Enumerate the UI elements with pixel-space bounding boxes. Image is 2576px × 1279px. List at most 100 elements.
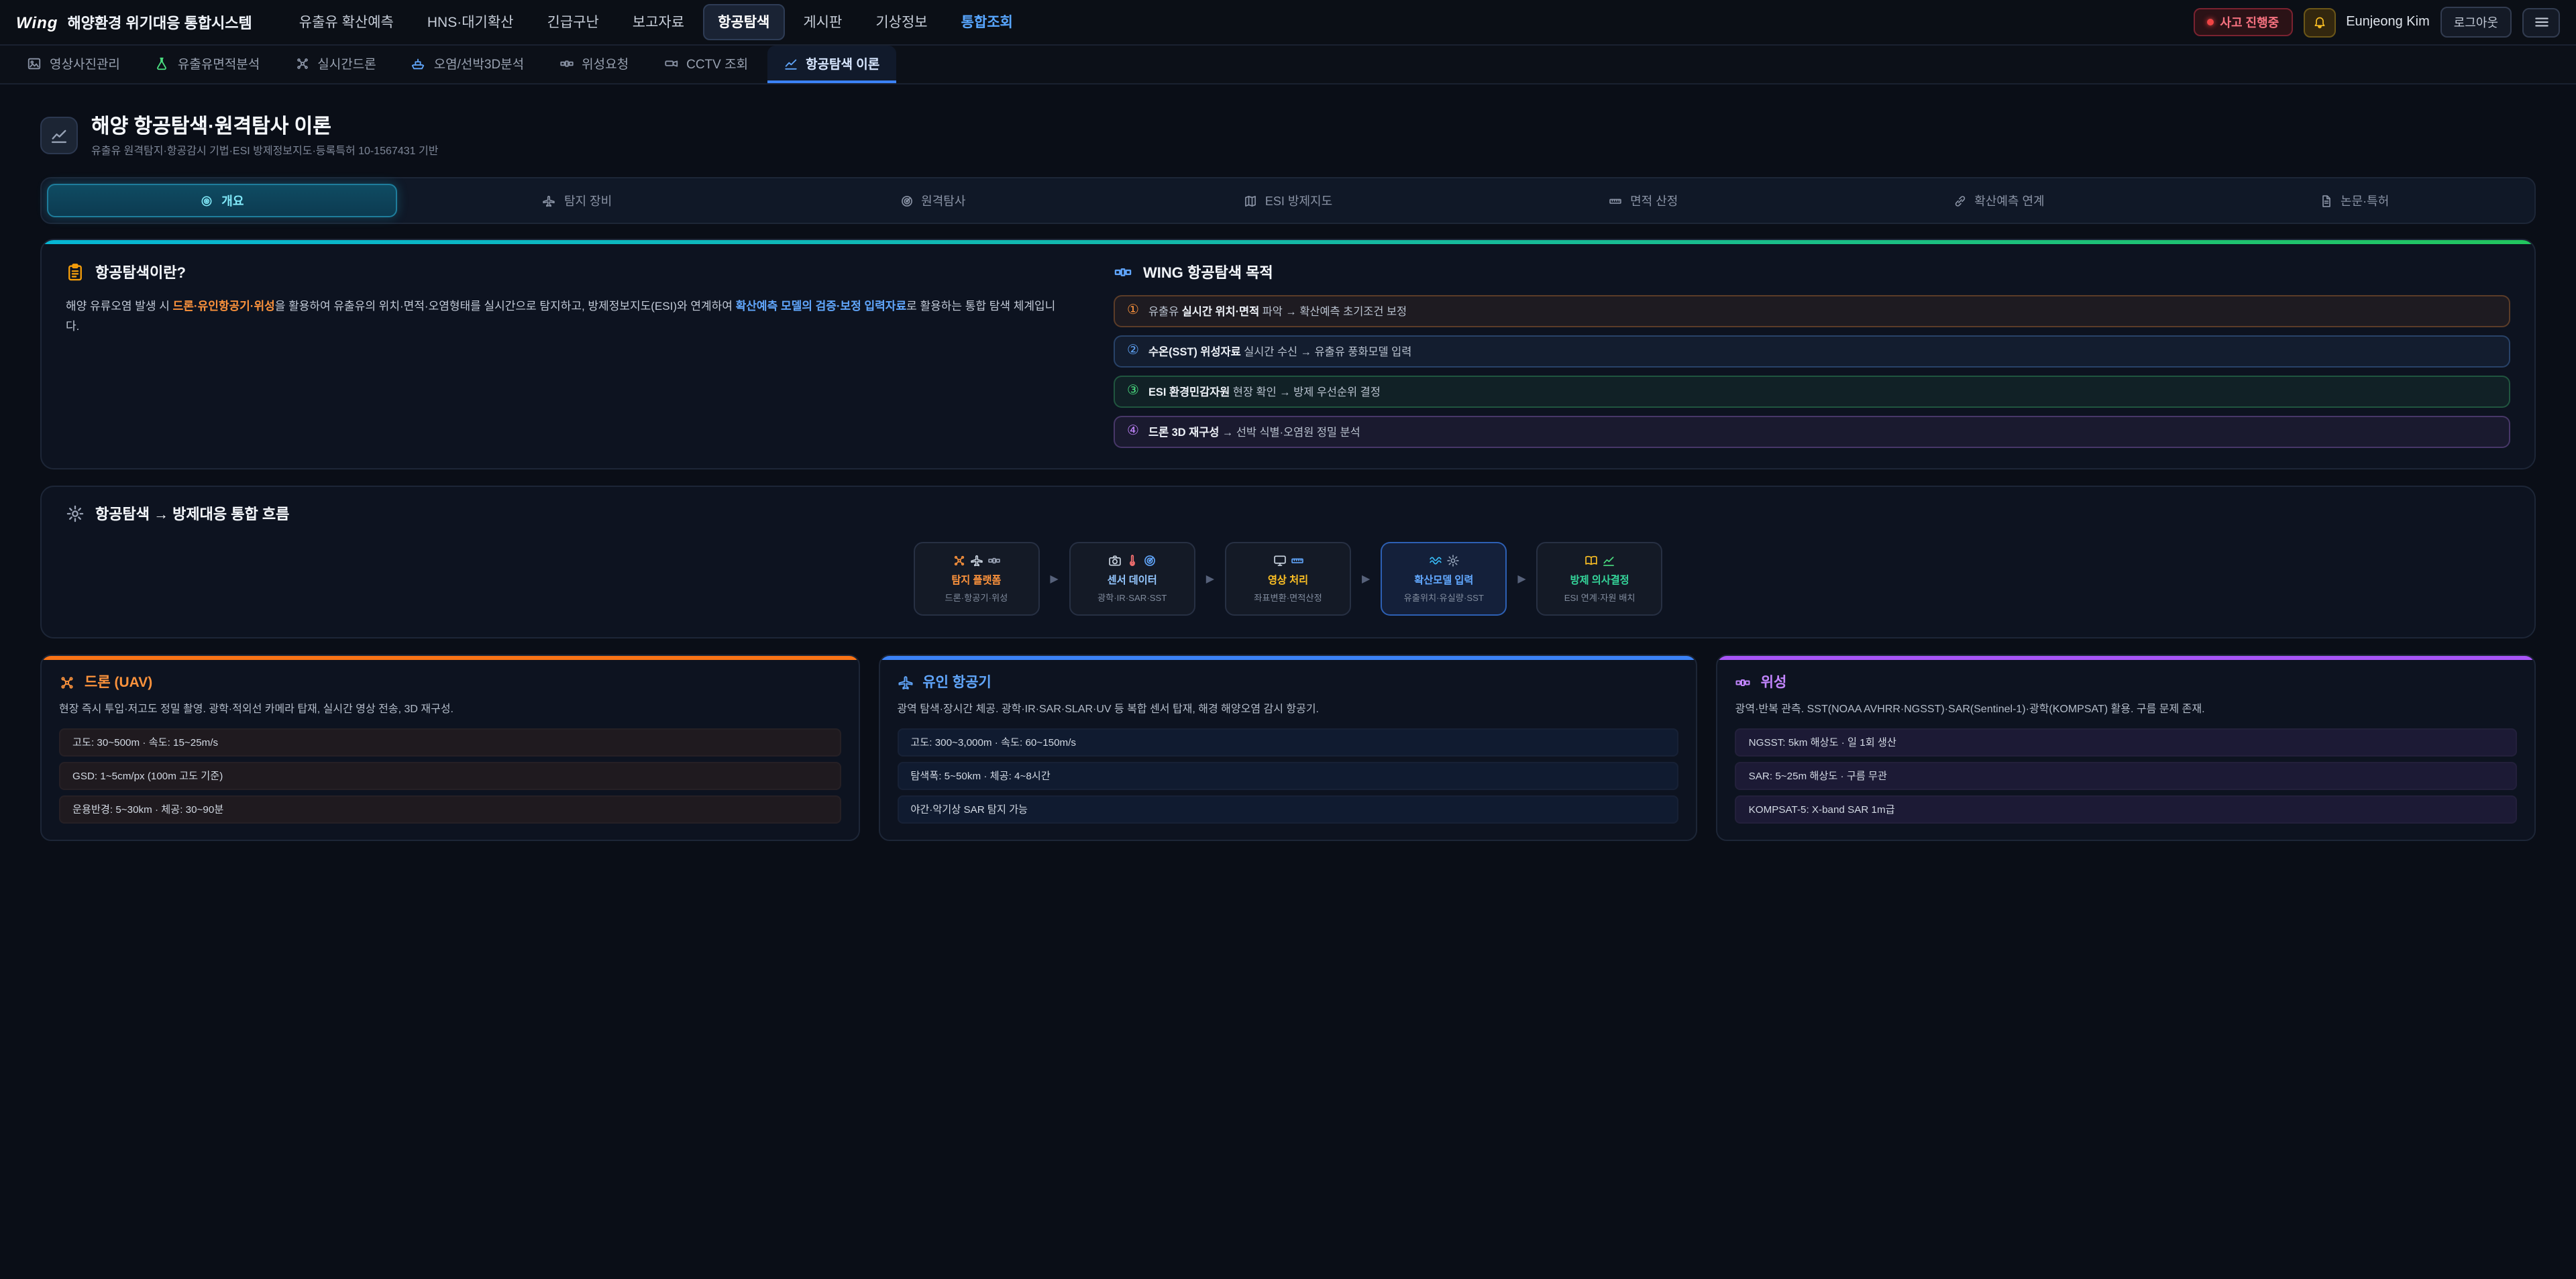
book-icon [1585,553,1598,567]
logout-button[interactable]: 로그아웃 [2440,7,2512,38]
satellite-icon [1735,674,1752,690]
flow-step-sensor-data: 센서 데이터 광학·IR·SAR·SST [1069,542,1195,616]
platform-card-satellite: 위성 광역·반복 관측. SST(NOAA AVHRR·NGSST)·SAR(S… [1717,655,2536,842]
incident-dot-icon [2206,19,2213,25]
overview-heading: 항공탐색이란? [95,262,186,283]
plane-icon [897,674,913,690]
page-subtitle: 유출유 원격탐지·항공감시 기법·ESI 방제정보지도·등록특허 10-1567… [91,144,438,158]
camera-icon [1108,553,1122,567]
purpose-number: ④ [1127,425,1139,439]
tab-oil-area-analysis[interactable]: 유출유면적분석 [139,46,276,83]
logo-mark: Wing [16,13,58,32]
incident-status-badge[interactable]: 사고 진행중 [2193,8,2292,36]
spec-row: NGSST: 5km 해상도 · 일 1회 생산 [1735,729,2517,757]
nav-item-spill-prediction[interactable]: 유출유 확산예측 [284,4,409,40]
nav-item-weather-info[interactable]: 기상정보 [861,4,942,40]
tab-image-management[interactable]: 영상사진관리 [11,46,136,83]
app-title: 해양환경 위기대응 통합시스템 [67,11,252,33]
flow-diagram: 탐지 플랫폼 드론·항공기·위성 ▶ 센서 데이터 광학·IR·SAR·SST … [66,542,2510,616]
flow-step-image-processing: 영상 처리 좌표변환·면적산정 [1225,542,1351,616]
tab-detection-equipment[interactable]: 탐지 장비 [402,184,753,217]
nav-item-hns-dispersion[interactable]: HNS·대기확산 [413,4,529,40]
purpose-item: ② 수온(SST) 위성자료 실시간 수신 → 유출유 풍화모델 입력 [1114,335,2510,368]
chart-icon [783,56,798,70]
drone-icon [294,56,309,70]
overview-column: 항공탐색이란? 해양 유류오염 발생 시 드론·유인항공기·위성을 활용하여 유… [66,262,1068,448]
flow-arrow-icon: ▶ [1206,573,1214,585]
link-icon [1953,194,1966,207]
hamburger-icon [2532,13,2550,31]
drone-icon [952,553,965,567]
bell-icon [2312,14,2326,30]
doc-icon [2319,194,2332,207]
tab-aerial-search-theory[interactable]: 항공탐색 이론 [767,46,896,83]
flask-icon [155,56,170,70]
purpose-number: ③ [1127,385,1139,398]
spec-row: 고도: 30~500m · 속도: 15~25m/s [59,729,841,757]
spec-row: 고도: 300~3,000m · 속도: 60~150m/s [897,729,1678,757]
nav-item-aerial-search[interactable]: 항공탐색 [703,4,784,40]
ship-icon [411,56,426,70]
card-description: 현장 즉시 투입·저고도 정밀 촬영. 광학·적외선 카메라 탑재, 실시간 영… [59,702,841,718]
tab-esi-map[interactable]: ESI 방제지도 [1113,184,1463,217]
tab-prediction-link[interactable]: 확산예측 연계 [1824,184,2174,217]
wave-icon [1428,553,1442,567]
image-icon [27,56,42,70]
tab-satellite-request[interactable]: 위성요청 [543,46,645,83]
ruler-icon [1290,553,1303,567]
hamburger-menu-button[interactable] [2522,7,2560,37]
platform-card-drone: 드론 (UAV) 현장 즉시 투입·저고도 정밀 촬영. 광학·적외선 카메라 … [40,655,859,842]
top-bar: Wing 해양환경 위기대응 통합시스템 유출유 확산예측 HNS·대기확산 긴… [0,0,2576,46]
satellite-icon [1114,263,1132,282]
tab-area-calculation[interactable]: 면적 산정 [1468,184,1819,217]
spec-row: 탐색폭: 5~50km · 체공: 4~8시간 [897,763,1678,791]
overview-section: 항공탐색이란? 해양 유류오염 발생 시 드론·유인항공기·위성을 활용하여 유… [40,239,2536,469]
tab-cctv-view[interactable]: CCTV 조회 [647,46,764,83]
notifications-button[interactable] [2303,7,2335,37]
tab-pollution-ship-3d[interactable]: 오염/선박3D분석 [395,46,540,83]
satellite-icon [987,553,1000,567]
card-title: 위성 [1761,672,1787,692]
purpose-item: ③ ESI 환경민감자원 현장 확인 → 방제 우선순위 결정 [1114,376,2510,408]
purpose-item: ④ 드론 3D 재구성 → 선박 식별·오염원 정밀 분석 [1114,416,2510,448]
spec-row: GSD: 1~5cm/px (100m 고도 기준) [59,763,841,791]
card-description: 광역·반복 관측. SST(NOAA AVHRR·NGSST)·SAR(Sent… [1735,702,2517,718]
purpose-list: ① 유출유 실시간 위치·면적 파악 → 확산예측 초기조건 보정 ② 수온(S… [1114,295,2510,448]
flow-step-platforms: 탐지 플랫폼 드론·항공기·위성 [913,542,1039,616]
spec-row: 야간·악기상 SAR 탐지 가능 [897,796,1678,824]
spec-row: 운용반경: 5~30km · 체공: 30~90분 [59,796,841,824]
monitor-icon [1273,553,1286,567]
user-name: Eunjeong Kim [2346,15,2430,30]
page-icon [40,116,78,154]
flow-step-response-decision: 방제 의사결정 ESI 연계·자원 배치 [1537,542,1663,616]
chart-icon [1602,553,1615,567]
gear-icon [1446,553,1459,567]
clipboard-icon [66,263,85,282]
purpose-heading: WING 항공탐색 목적 [1143,262,1273,283]
card-title: 드론 (UAV) [85,672,152,692]
topbar-right: 사고 진행중 Eunjeong Kim 로그아웃 [2193,7,2560,38]
tab-remote-sensing[interactable]: 원격탐사 [757,184,1108,217]
tab-realtime-drone[interactable]: 실시간드론 [278,46,392,83]
spec-row: KOMPSAT-5: X-band SAR 1m급 [1735,796,2517,824]
drone-icon [59,674,75,690]
flow-heading: 항공탐색 → 방제대응 통합 흐름 [95,503,289,524]
plane-icon [543,194,556,207]
plane-icon [969,553,983,567]
purpose-number: ① [1127,304,1139,318]
purpose-column: WING 항공탐색 목적 ① 유출유 실시간 위치·면적 파악 → 확산예측 초… [1114,262,2510,448]
tab-overview[interactable]: 개요 [47,184,397,217]
nav-item-emergency-rescue[interactable]: 긴급구난 [533,4,614,40]
app-logo[interactable]: Wing 해양환경 위기대응 통합시스템 [16,11,252,33]
tab-papers-patents[interactable]: 논문·특허 [2179,184,2529,217]
thermometer-icon [1126,553,1139,567]
nav-item-integrated-search[interactable]: 통합조회 [947,4,1028,40]
nav-item-reports[interactable]: 보고자료 [618,4,699,40]
flow-arrow-icon: ▶ [1050,573,1058,585]
incident-badge-label: 사고 진행중 [2220,13,2279,31]
purpose-number: ② [1127,345,1139,358]
section-tabs: 개요 탐지 장비 원격탐사 ESI 방제지도 면적 산정 확산예측 연계 [40,177,2536,224]
card-title: 유인 항공기 [922,672,991,692]
map-icon [1244,194,1257,207]
nav-item-board[interactable]: 게시판 [788,4,857,40]
